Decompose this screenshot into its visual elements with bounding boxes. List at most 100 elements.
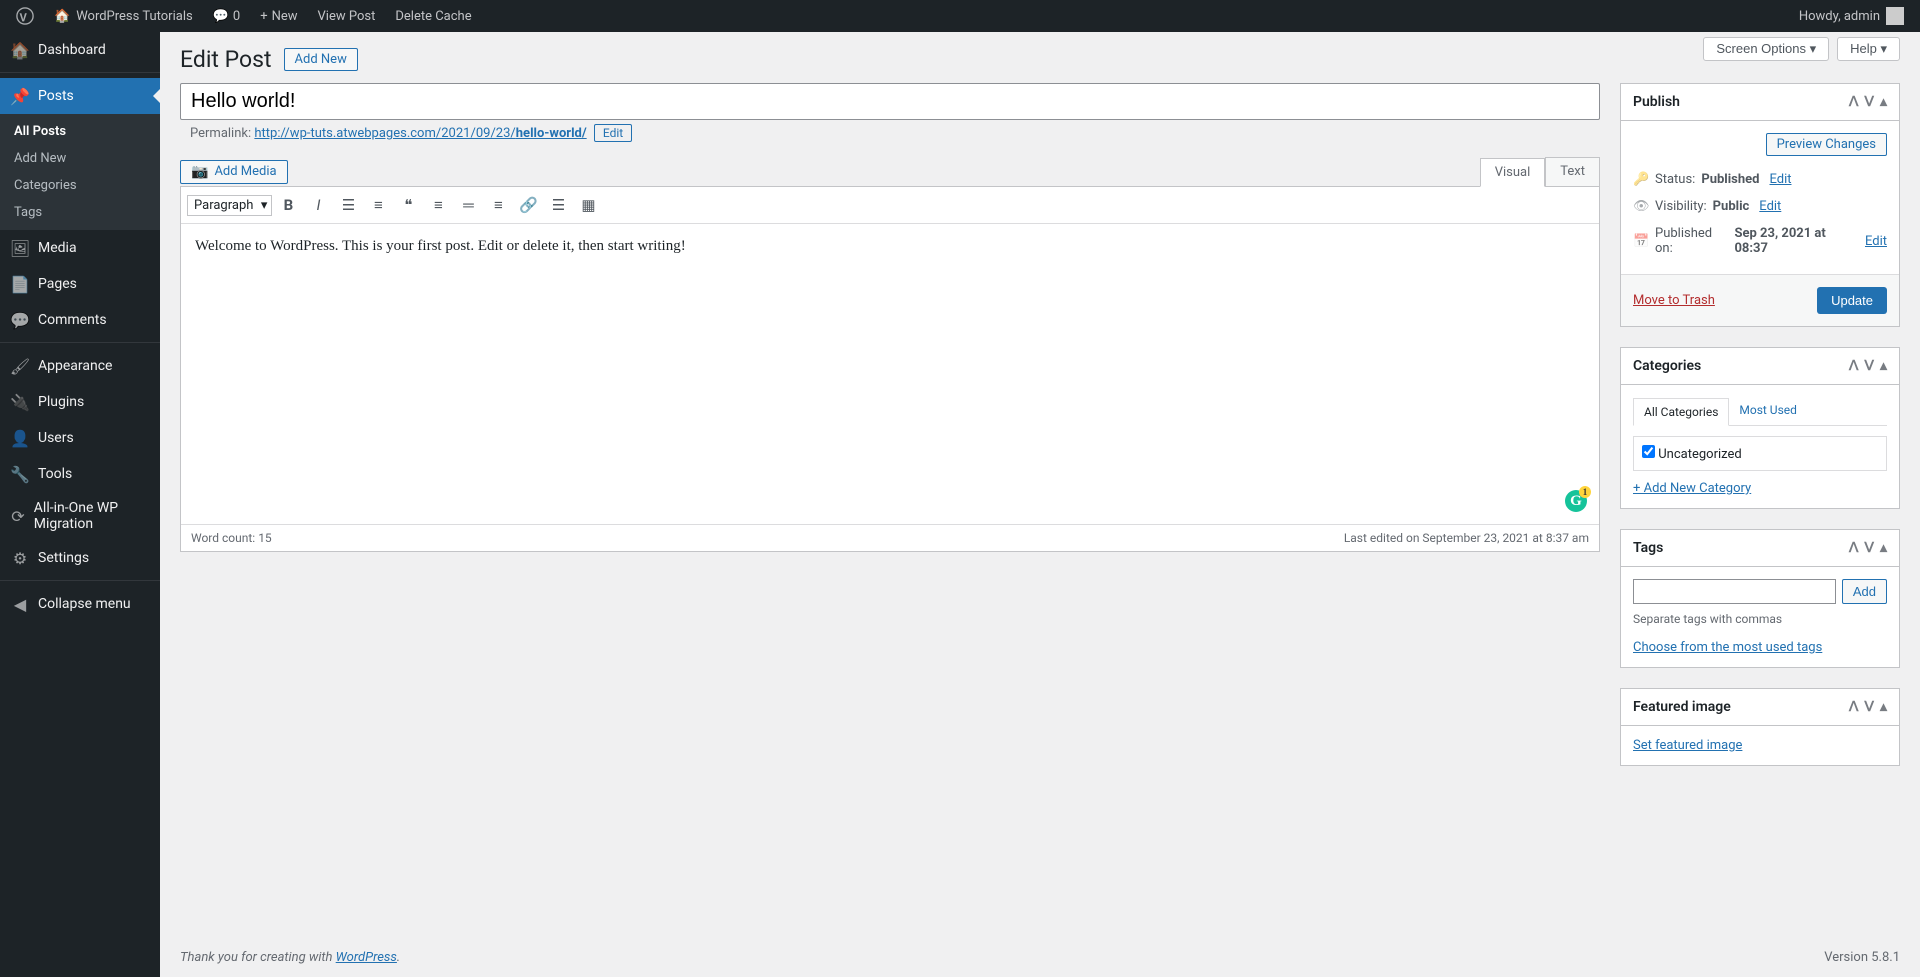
menu-collapse[interactable]: ◀Collapse menu xyxy=(0,586,160,622)
link-button[interactable]: 🔗 xyxy=(514,191,542,219)
content-editor[interactable]: Welcome to WordPress. This is your first… xyxy=(181,224,1599,524)
set-featured-image[interactable]: Set featured image xyxy=(1633,738,1742,753)
bold-button[interactable]: B xyxy=(274,191,302,219)
post-title-input[interactable] xyxy=(180,83,1600,120)
preview-button[interactable]: Preview Changes xyxy=(1766,133,1887,156)
menu-dashboard[interactable]: 🏠Dashboard xyxy=(0,32,160,68)
box-toggle-icon[interactable]: ▴ xyxy=(1880,699,1887,715)
edit-status[interactable]: Edit xyxy=(1769,172,1791,187)
box-down-icon[interactable]: ᐯ xyxy=(1864,358,1874,374)
publish-box: Publish ᐱᐯ▴ Preview Changes 🔑Status: Pub… xyxy=(1620,83,1900,327)
users-icon: 👤 xyxy=(10,428,30,448)
grammarly-badge[interactable]: G xyxy=(1565,490,1587,512)
visual-tab[interactable]: Visual xyxy=(1480,158,1546,187)
format-select[interactable]: Paragraph ▾ xyxy=(187,195,272,216)
category-item[interactable]: Uncategorized xyxy=(1642,447,1742,462)
category-checkbox[interactable] xyxy=(1642,445,1655,458)
menu-aiowpm[interactable]: ⟳All-in-One WP Migration xyxy=(0,492,160,540)
my-account[interactable]: Howdy, admin xyxy=(1789,0,1914,32)
new-content[interactable]: +New xyxy=(250,0,307,32)
numlist-button[interactable]: ≡ xyxy=(364,191,392,219)
box-up-icon[interactable]: ᐱ xyxy=(1849,94,1859,110)
editor-toolbar: Paragraph ▾ B I ☰ ≡ ❝ ≡ ═ ≡ 🔗 ☰ ▦ xyxy=(181,187,1599,224)
footer-version: Version 5.8.1 xyxy=(1824,950,1900,965)
menu-plugins[interactable]: 🔌Plugins xyxy=(0,384,160,420)
comments-count: 0 xyxy=(233,9,240,24)
comments-icon: 💬 xyxy=(10,310,30,330)
box-down-icon[interactable]: ᐯ xyxy=(1864,540,1874,556)
view-post[interactable]: View Post xyxy=(308,0,386,32)
edit-slug-button[interactable]: Edit xyxy=(594,124,632,142)
menu-appearance[interactable]: 🖌Appearance xyxy=(0,348,160,384)
submenu-posts: All Posts Add New Categories Tags xyxy=(0,114,160,230)
wp-logo[interactable] xyxy=(6,0,44,32)
pages-icon: 📄 xyxy=(10,274,30,294)
last-edited: Last edited on September 23, 2021 at 8:3… xyxy=(1344,531,1589,545)
menu-tools[interactable]: 🔧Tools xyxy=(0,456,160,492)
box-up-icon[interactable]: ᐱ xyxy=(1849,358,1859,374)
permalink-link[interactable]: http://wp-tuts.atwebpages.com/2021/09/23… xyxy=(254,126,586,141)
quote-button[interactable]: ❝ xyxy=(394,191,422,219)
align-center-button[interactable]: ═ xyxy=(454,191,482,219)
settings-icon: ⚙ xyxy=(10,548,30,568)
page-title: Edit Post xyxy=(180,46,272,73)
footer-thanks: Thank you for creating with WordPress. xyxy=(180,950,400,965)
tag-input[interactable] xyxy=(1633,579,1836,604)
menu-users[interactable]: 👤Users xyxy=(0,420,160,456)
box-up-icon[interactable]: ᐱ xyxy=(1849,540,1859,556)
add-new-category[interactable]: + Add New Category xyxy=(1633,481,1751,496)
align-left-button[interactable]: ≡ xyxy=(424,191,452,219)
bullist-button[interactable]: ☰ xyxy=(334,191,362,219)
cat-tab-all[interactable]: All Categories xyxy=(1633,398,1729,426)
tags-hint: Separate tags with commas xyxy=(1633,612,1887,626)
align-right-button[interactable]: ≡ xyxy=(484,191,512,219)
featured-image-box: Featured image ᐱᐯ▴ Set featured image xyxy=(1620,688,1900,766)
dashboard-icon: 🏠 xyxy=(10,40,30,60)
media-add-icon: 📷 xyxy=(191,164,208,180)
add-media-button[interactable]: 📷 Add Media xyxy=(180,160,288,184)
menu-comments[interactable]: 💬Comments xyxy=(0,302,160,338)
edit-visibility[interactable]: Edit xyxy=(1759,199,1781,214)
box-toggle-icon[interactable]: ▴ xyxy=(1880,358,1887,374)
collapse-icon: ◀ xyxy=(10,594,30,614)
menu-media[interactable]: 🖼Media xyxy=(0,230,160,266)
sub-tags[interactable]: Tags xyxy=(0,199,160,226)
sub-add-new[interactable]: Add New xyxy=(0,145,160,172)
kitchen-sink-button[interactable]: ▦ xyxy=(574,191,602,219)
site-link[interactable]: 🏠WordPress Tutorials xyxy=(44,0,203,32)
plugins-icon: 🔌 xyxy=(10,392,30,412)
screen-options-button[interactable]: Screen Options ▾ xyxy=(1703,37,1829,61)
box-up-icon[interactable]: ᐱ xyxy=(1849,699,1859,715)
wordpress-link[interactable]: WordPress xyxy=(336,950,397,965)
delete-cache[interactable]: Delete Cache xyxy=(385,0,481,32)
sub-all-posts[interactable]: All Posts xyxy=(0,118,160,145)
word-count: Word count: 15 xyxy=(191,531,272,545)
box-down-icon[interactable]: ᐯ xyxy=(1864,699,1874,715)
add-tag-button[interactable]: Add xyxy=(1842,579,1887,604)
migration-icon: ⟳ xyxy=(10,506,26,526)
move-to-trash[interactable]: Move to Trash xyxy=(1633,293,1715,308)
add-new-button[interactable]: Add New xyxy=(284,48,358,71)
menu-settings[interactable]: ⚙Settings xyxy=(0,540,160,576)
more-button[interactable]: ☰ xyxy=(544,191,572,219)
cat-tab-used[interactable]: Most Used xyxy=(1729,397,1807,425)
calendar-icon: 📅 xyxy=(1633,234,1649,249)
sub-categories[interactable]: Categories xyxy=(0,172,160,199)
tools-icon: 🔧 xyxy=(10,464,30,484)
text-tab[interactable]: Text xyxy=(1545,157,1600,186)
visibility-icon: 👁 xyxy=(1633,199,1649,214)
box-toggle-icon[interactable]: ▴ xyxy=(1880,94,1887,110)
menu-pages[interactable]: 📄Pages xyxy=(0,266,160,302)
tags-box: Tags ᐱᐯ▴ Add Separate tags with commas C… xyxy=(1620,529,1900,668)
categories-box: Categories ᐱᐯ▴ All Categories Most Used … xyxy=(1620,347,1900,509)
box-toggle-icon[interactable]: ▴ xyxy=(1880,540,1887,556)
help-button[interactable]: Help ▾ xyxy=(1837,37,1900,61)
update-button[interactable]: Update xyxy=(1817,287,1887,314)
menu-posts[interactable]: 📌Posts xyxy=(0,78,160,114)
choose-tags-link[interactable]: Choose from the most used tags xyxy=(1633,640,1822,655)
italic-button[interactable]: I xyxy=(304,191,332,219)
comments-link[interactable]: 💬0 xyxy=(203,0,251,32)
box-down-icon[interactable]: ᐯ xyxy=(1864,94,1874,110)
edit-date[interactable]: Edit xyxy=(1865,234,1887,249)
media-icon: 🖼 xyxy=(10,238,30,258)
